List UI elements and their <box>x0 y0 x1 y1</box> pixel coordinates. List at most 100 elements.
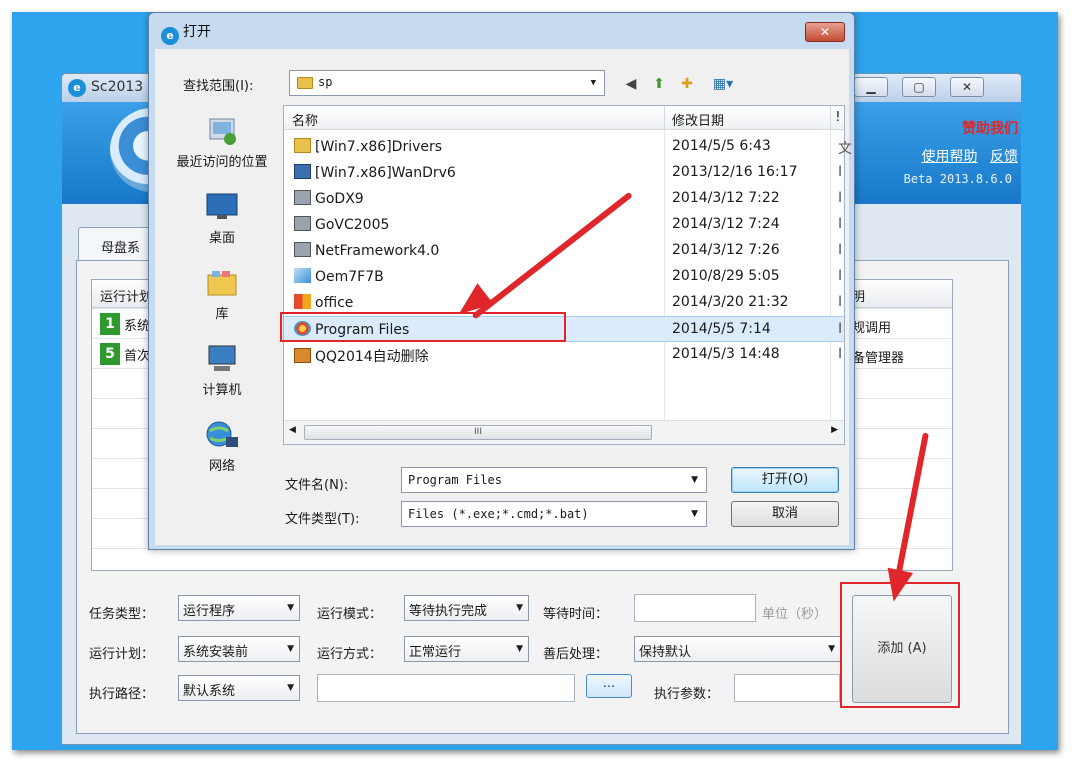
file-date: 2014/5/3 14:48 <box>672 346 780 362</box>
file-type-select[interactable]: Files (*.exe;*.cmd;*.bat) ▼ <box>401 501 707 527</box>
file-type-value: Files (*.exe;*.cmd;*.bat) <box>408 507 589 521</box>
file-date: 2014/3/12 7:24 <box>672 216 780 232</box>
plan-select[interactable]: 系统安装前 ▼ <box>178 636 300 662</box>
scroll-thumb[interactable]: III <box>304 425 652 440</box>
folder-icon <box>297 77 313 89</box>
plan-label: 运行计划： <box>89 647 155 662</box>
column-more: ǃ <box>836 110 840 125</box>
chevron-down-icon: ▼ <box>287 683 294 693</box>
wait-time-input[interactable] <box>634 594 756 622</box>
file-date: 2013/12/16 16:17 <box>672 164 798 180</box>
support-link[interactable]: 赞助我们 <box>962 121 1018 137</box>
cancel-button[interactable]: 取消 <box>731 501 839 527</box>
dialog-body: 查找范围(I): sp ▼ ◀ ⬆ ✚ ▦▾ 最近访问的位置 桌面 库 计算机 … <box>155 49 852 545</box>
file-type: I <box>838 190 843 206</box>
window-icon <box>294 216 311 231</box>
file-row[interactable]: QQ2014自动删除 2014/5/3 14:48 I <box>284 342 844 368</box>
place-library[interactable]: 库 <box>161 267 283 322</box>
desktop-icon <box>206 193 238 219</box>
scroll-right-icon[interactable]: ▶ <box>831 425 838 435</box>
file-name: QQ2014自动删除 <box>315 349 429 365</box>
table-row[interactable]: 5 首次 <box>100 343 150 367</box>
file-date: 2014/3/12 7:26 <box>672 242 780 258</box>
table-row[interactable]: 1 系统 <box>100 313 150 337</box>
place-label: 最近访问的位置 <box>176 155 268 170</box>
params-input[interactable] <box>734 674 840 702</box>
params-label: 执行参数： <box>654 687 720 702</box>
help-link[interactable]: 使用帮助 <box>922 149 978 165</box>
file-name-input[interactable]: Program Files ▼ <box>401 467 707 493</box>
up-folder-icon[interactable]: ⬆ <box>649 75 669 93</box>
file-date: 2014/3/20 21:32 <box>672 294 789 310</box>
file-name-value: Program Files <box>408 473 502 487</box>
place-recent[interactable]: 最近访问的位置 <box>161 115 283 170</box>
browse-button[interactable]: ... <box>586 674 632 698</box>
file-name: GoDX9 <box>315 191 364 207</box>
horizontal-scrollbar[interactable]: ◀ III ▶ <box>284 420 844 444</box>
window-icon <box>294 190 311 205</box>
new-folder-icon[interactable]: ✚ <box>677 75 697 93</box>
task-type-label: 任务类型： <box>89 607 155 622</box>
file-row[interactable]: GoDX9 2014/3/12 7:22 I <box>284 186 844 212</box>
path-select[interactable]: 默认系统 ▼ <box>178 675 300 701</box>
file-name: [Win7.x86]Drivers <box>315 139 443 155</box>
file-type: I <box>838 294 843 310</box>
minimize-button[interactable]: ▁ <box>854 77 888 97</box>
maximize-button[interactable]: ▢ <box>902 77 936 97</box>
run-way-select[interactable]: 正常运行 ▼ <box>404 636 529 662</box>
column-date[interactable]: 修改日期 <box>672 110 724 129</box>
plan-value: 系统安装前 <box>183 645 249 660</box>
qq-icon <box>294 348 311 363</box>
office-icon <box>294 294 311 309</box>
view-menu-icon[interactable]: ▦▾ <box>707 75 739 93</box>
places-bar: 最近访问的位置 桌面 库 计算机 网络 <box>161 105 283 485</box>
place-desktop[interactable]: 桌面 <box>161 191 283 246</box>
chevron-down-icon: ▼ <box>287 603 294 613</box>
row-desc: 备管理器 <box>852 351 905 366</box>
file-row[interactable]: GoVC2005 2014/3/12 7:24 I <box>284 212 844 238</box>
app-logo-icon: e <box>68 79 86 97</box>
file-date: 2014/5/5 6:43 <box>672 138 771 154</box>
open-button[interactable]: 打开(O) <box>731 467 839 493</box>
place-computer[interactable]: 计算机 <box>161 343 283 398</box>
row-text: 首次 <box>124 348 151 364</box>
feedback-link[interactable]: 反馈 <box>990 149 1018 165</box>
open-dialog: e 打开 ✕ 查找范围(I): sp ▼ ◀ ⬆ ✚ ▦▾ 最近访问的位置 桌面… <box>148 12 855 550</box>
dialog-app-icon: e <box>161 27 179 45</box>
app-title: Sc2013 <box>91 79 144 95</box>
app-icon <box>294 164 311 179</box>
close-window-button[interactable]: ✕ <box>950 77 984 97</box>
header-links-row2: 使用帮助 反馈 <box>852 146 1018 166</box>
path-input[interactable] <box>317 674 575 702</box>
desktop-frame: e Sc2013 ▁ ▢ ✕ 赞助我们 使用帮助 反馈 Beta 2013.8.… <box>12 12 1058 750</box>
look-in-select[interactable]: sp ▼ <box>289 70 605 96</box>
file-type-label: 文件类型(T): <box>285 512 360 527</box>
wait-time-label: 等待时间： <box>543 607 609 622</box>
place-label: 库 <box>215 307 229 322</box>
dialog-close-button[interactable]: ✕ <box>805 22 845 42</box>
file-name: office <box>315 295 354 311</box>
column-name[interactable]: 名称 <box>292 110 318 129</box>
back-icon[interactable]: ◀ <box>621 75 641 93</box>
file-type: I <box>838 164 843 180</box>
file-row[interactable]: Oem7F7B 2010/8/29 5:05 I <box>284 264 844 290</box>
post-process-select[interactable]: 保持默认 ▼ <box>634 636 841 662</box>
file-type: 文 <box>838 141 852 157</box>
file-row[interactable]: [Win7.x86]WanDrv6 2013/12/16 16:17 I <box>284 160 844 186</box>
path-label: 执行路径： <box>89 687 155 702</box>
place-network[interactable]: 网络 <box>161 419 283 474</box>
chevron-down-icon: ▼ <box>691 509 698 519</box>
file-row[interactable]: [Win7.x86]Drivers 2014/5/5 6:43 文 <box>284 134 852 160</box>
chevron-down-icon: ▼ <box>287 644 294 654</box>
network-icon <box>206 421 238 447</box>
chevron-down-icon: ▼ <box>516 603 523 613</box>
file-name: Oem7F7B <box>315 269 384 285</box>
file-date: 2010/8/29 5:05 <box>672 268 780 284</box>
task-type-select[interactable]: 运行程序 ▼ <box>178 595 300 621</box>
place-label: 计算机 <box>202 383 242 398</box>
tab-master-system[interactable]: 母盘系 <box>78 227 158 261</box>
annotation-box-program-files <box>280 312 566 342</box>
scroll-left-icon[interactable]: ◀ <box>289 425 296 435</box>
post-process-value: 保持默认 <box>639 645 692 660</box>
run-mode-select[interactable]: 等待执行完成 ▼ <box>404 595 529 621</box>
